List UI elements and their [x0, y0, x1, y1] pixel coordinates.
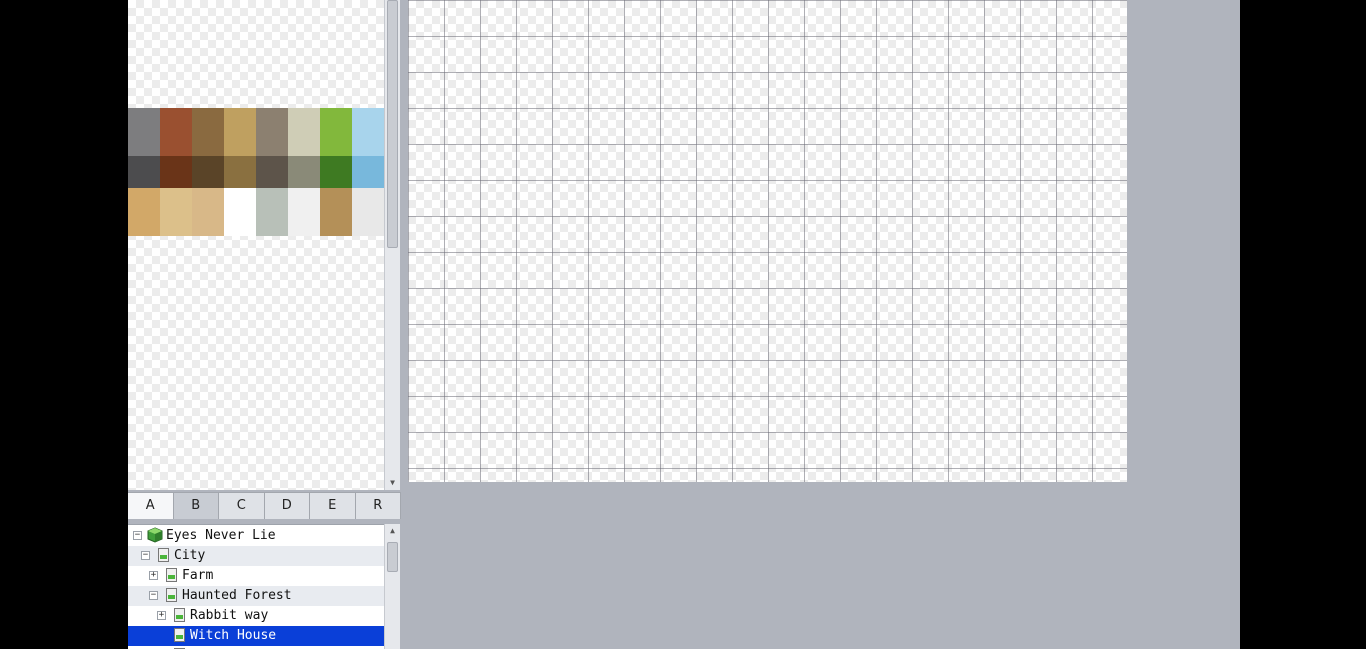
tree-item-haunted-forest[interactable]: − Haunted Forest	[128, 586, 384, 606]
project-cube-icon	[147, 527, 163, 543]
tile-sandstone-base[interactable]	[224, 156, 256, 188]
tileset-a-tiles[interactable]	[128, 108, 384, 236]
tile-brown-brick-base[interactable]	[192, 156, 224, 188]
tab-d[interactable]: D	[264, 493, 310, 519]
tile-red-brick[interactable]	[160, 108, 192, 156]
tab-a[interactable]: A	[128, 493, 174, 519]
tree-item-city[interactable]: − City	[128, 546, 384, 566]
tree-item-rabbit-way[interactable]: + Rabbit way	[128, 606, 384, 626]
tile-cobblestone[interactable]	[256, 108, 288, 156]
tile-brown-brick[interactable]	[192, 108, 224, 156]
tile-plaster-wall[interactable]	[288, 108, 320, 156]
tileset-palette[interactable]	[128, 0, 384, 490]
scroll-up-arrow-icon[interactable]: ▲	[385, 524, 400, 538]
tab-b[interactable]: B	[173, 493, 219, 519]
tile-stone-wall[interactable]	[128, 108, 160, 156]
tree-item-label: Witch House	[190, 628, 277, 643]
rpg-maker-editor: ▼ A B C D E R − Eyes Never Lie − City +	[128, 0, 1240, 649]
tree-item-label: Eyes Never Lie	[166, 528, 276, 543]
panel-splitter[interactable]	[400, 0, 408, 649]
tree-item-project[interactable]: − Eyes Never Lie	[128, 526, 384, 546]
tile-sand-panel[interactable]	[160, 188, 192, 236]
tile-hedge-base[interactable]	[320, 156, 352, 188]
collapse-icon[interactable]: −	[133, 531, 142, 540]
tile-wood-block[interactable]	[320, 188, 352, 236]
tile-cobblestone-base[interactable]	[256, 156, 288, 188]
tile-red-brick-base[interactable]	[160, 156, 192, 188]
tab-r[interactable]: R	[355, 493, 401, 519]
tab-c[interactable]: C	[219, 493, 265, 519]
palette-scrollbar[interactable]: ▼	[384, 0, 400, 490]
map-icon	[158, 548, 169, 562]
tree-scrollbar[interactable]: ▲	[384, 524, 400, 649]
tile-sand-door[interactable]	[192, 188, 224, 236]
tile-white-wall[interactable]	[224, 188, 256, 236]
map-canvas[interactable]	[408, 0, 1127, 482]
scroll-down-arrow-icon[interactable]: ▼	[385, 476, 400, 490]
palette-scroll-thumb[interactable]	[387, 0, 398, 248]
tile-grey-grid[interactable]	[256, 188, 288, 236]
tile-sand-block[interactable]	[128, 188, 160, 236]
tile-stone-wall-base[interactable]	[128, 156, 160, 188]
map-icon	[166, 588, 177, 602]
tile-sandstone-wall[interactable]	[224, 108, 256, 156]
tileset-tabs: A B C D E R	[128, 492, 401, 519]
tree-item-label: Rabbit way	[190, 608, 269, 623]
tile-wood-panel[interactable]	[288, 156, 320, 188]
tree-item-label: Farm	[182, 568, 214, 583]
map-icon	[174, 628, 185, 642]
collapse-icon[interactable]: −	[149, 591, 158, 600]
tile-ice-wall[interactable]	[352, 108, 384, 156]
tile-ice-base[interactable]	[352, 156, 384, 188]
tile-white-block[interactable]	[288, 188, 320, 236]
tree-item-witch-house[interactable]: Witch House	[128, 626, 384, 646]
tree-item-label: Haunted Forest	[182, 588, 292, 603]
tree-scroll-thumb[interactable]	[387, 542, 398, 572]
expand-icon[interactable]: +	[157, 611, 166, 620]
tree-item-farm[interactable]: + Farm	[128, 566, 384, 586]
expand-icon[interactable]: +	[149, 571, 158, 580]
tile-hedge[interactable]	[320, 108, 352, 156]
tile-light-grid[interactable]	[352, 188, 384, 236]
tab-e[interactable]: E	[310, 493, 356, 519]
tree-item-label: City	[174, 548, 206, 563]
map-editor-area	[408, 0, 1240, 649]
map-icon	[166, 568, 177, 582]
map-tree[interactable]: − Eyes Never Lie − City + Farm − Haunted…	[128, 524, 384, 649]
collapse-icon[interactable]: −	[141, 551, 150, 560]
map-icon	[174, 608, 185, 622]
